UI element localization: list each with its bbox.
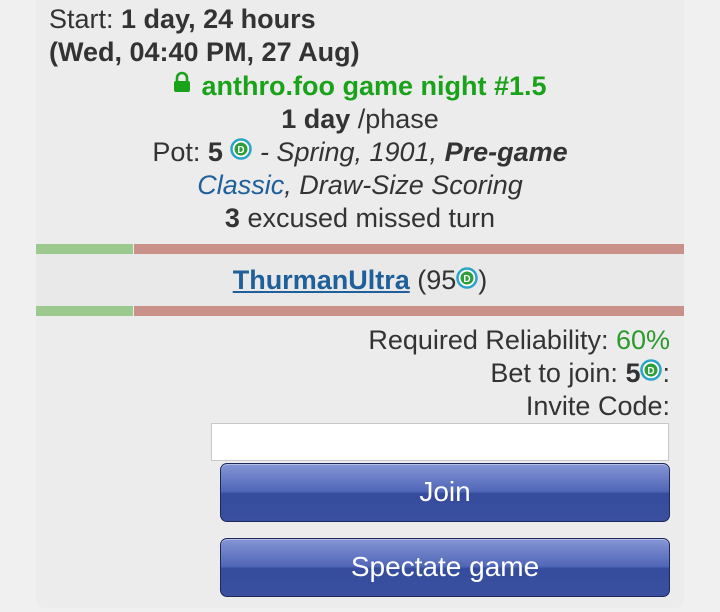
- player-row: ThurmanUltra (95 D): [36, 254, 684, 306]
- excused-row: 3 excused missed turn: [36, 202, 684, 235]
- phase-suffix: /phase: [350, 104, 439, 134]
- game-title[interactable]: anthro.foo game night #1.5: [201, 71, 546, 101]
- svg-text:D: D: [464, 274, 471, 285]
- game-title-row: anthro.foo game night #1.5: [36, 70, 684, 104]
- player-points: (95: [417, 265, 457, 295]
- excused-text: excused missed turn: [239, 203, 496, 233]
- phase-length: 1 day /phase: [36, 103, 684, 136]
- invite-code-label: Invite Code:: [525, 391, 670, 421]
- bet-row: Bet to join: 5D:: [490, 357, 670, 391]
- pot-row: Pot: 5 D - Spring, 1901, Pre-game: [36, 136, 684, 170]
- start-date: (Wed, 04:40 PM, 27 Aug): [49, 37, 360, 67]
- excused-count: 3: [224, 203, 240, 233]
- scoring: , Draw-Size Scoring: [284, 170, 523, 200]
- dippy-point-icon: D: [640, 356, 663, 389]
- variant-link[interactable]: Classic: [197, 170, 284, 200]
- player-points-close: ): [478, 265, 488, 295]
- pot-label: Pot:: [152, 137, 208, 167]
- reliability-row: Required Reliability: 60%: [368, 324, 670, 357]
- bet-suffix: :: [662, 358, 670, 388]
- dippy-point-icon: D: [456, 254, 479, 306]
- stage: Pre-game: [444, 137, 568, 167]
- bet-value: 5: [625, 358, 641, 388]
- variant-row: Classic, Draw-Size Scoring: [36, 169, 684, 202]
- reliability-label: Required Reliability:: [368, 325, 616, 355]
- season: - Spring, 1901,: [252, 137, 445, 167]
- reliability-value: 60%: [615, 325, 670, 355]
- phase-value: 1 day: [281, 104, 351, 134]
- invite-code-input[interactable]: [211, 423, 669, 461]
- start-label: Start:: [49, 4, 122, 34]
- dippy-point-icon: D: [230, 135, 253, 168]
- bet-label: Bet to join:: [490, 358, 626, 388]
- status-bar-bottom: [36, 306, 684, 316]
- lock-icon: [173, 68, 191, 101]
- player-name[interactable]: ThurmanUltra: [233, 265, 410, 295]
- status-bar-top: [36, 244, 684, 254]
- start-info: Start: 1 day, 24 hours (Wed, 04:40 PM, 2…: [49, 3, 649, 69]
- svg-text:D: D: [648, 366, 655, 377]
- svg-text:D: D: [238, 145, 245, 156]
- pot-value: 5: [207, 137, 223, 167]
- spectate-button[interactable]: Spectate game: [220, 538, 670, 597]
- start-value: 1 day, 24 hours: [121, 4, 316, 34]
- join-button[interactable]: Join: [220, 463, 670, 522]
